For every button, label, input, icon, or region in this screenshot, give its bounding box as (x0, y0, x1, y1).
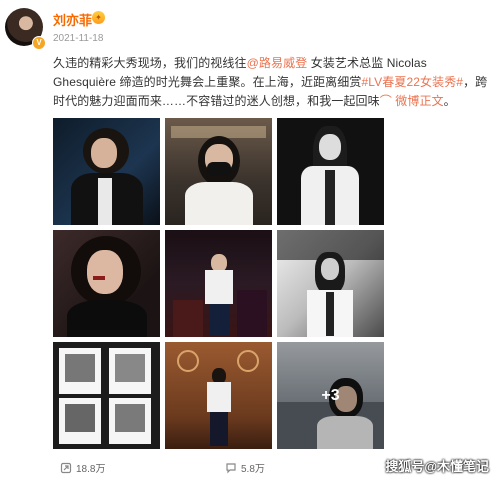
verified-icon: V (32, 36, 46, 50)
post-text-segment: 来……不容错过的迷人创想，和我一起回味 (149, 94, 380, 108)
post-text-segment: 。 (443, 94, 456, 108)
photo-tile-4[interactable] (53, 230, 160, 337)
post-header: V 刘亦菲 ✦ 2021-11-18 (0, 0, 499, 52)
comment-icon (226, 462, 236, 473)
photo-tile-5[interactable] (165, 230, 272, 337)
member-badge-icon[interactable]: ✦ (92, 11, 105, 24)
link-icon: ⌒ (379, 94, 392, 108)
photo-tile-2[interactable] (165, 118, 272, 225)
share-count: 18.8万 (76, 464, 106, 475)
mention-link[interactable]: @路易威登 (247, 56, 308, 70)
photo-tile-7[interactable] (53, 342, 160, 449)
comment-button[interactable]: 5.8万 (225, 460, 265, 475)
share-button[interactable]: 18.8万 (60, 460, 105, 475)
full-post-link[interactable]: ⌒ 微博正文 (380, 94, 444, 108)
photo-tile-8[interactable] (165, 342, 272, 449)
watermark: 搜狐号@木懂笔记 (385, 459, 489, 474)
photo-tile-6[interactable] (277, 230, 384, 337)
photo-tile-9[interactable]: +3 (277, 342, 384, 449)
timestamp[interactable]: 2021-11-18 (53, 33, 103, 44)
image-grid: +3 (53, 118, 385, 450)
full-post-link-label: 微博正文 (395, 94, 444, 108)
post-text-segment: 久违的精彩大秀现场，我们的视线往 (53, 56, 247, 70)
photo-tile-3[interactable] (277, 118, 384, 225)
hashtag-link[interactable]: #LV春夏22女装秀# (361, 75, 463, 89)
comment-count: 5.8万 (241, 464, 265, 475)
post-text-segment: 造的时光舞会上重聚。在上海，近距离细赏 (131, 75, 362, 89)
photo-tile-1[interactable] (53, 118, 160, 225)
more-images-overlay[interactable]: +3 (277, 342, 384, 449)
username[interactable]: 刘亦菲 (53, 10, 92, 29)
share-icon (60, 462, 72, 473)
post-text: 久违的精彩大秀现场，我们的视线往@路易威登 女装艺术总监 Nicolas Ghe… (53, 54, 493, 111)
